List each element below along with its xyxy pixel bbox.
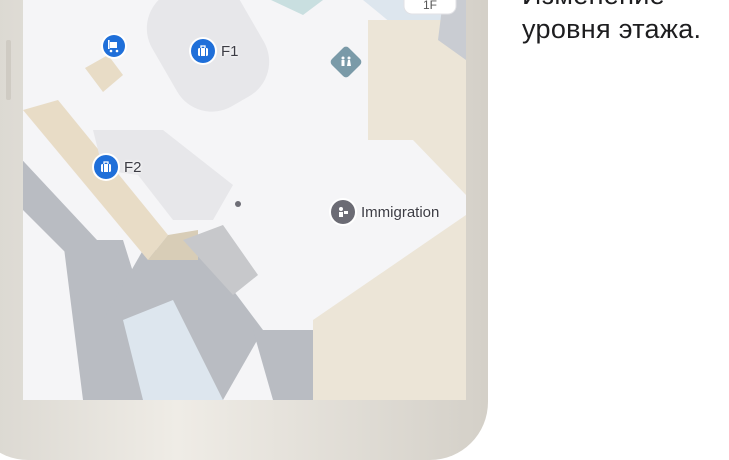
- suitcase-icon: [191, 39, 215, 63]
- baggage-claim-f2-label: F2: [124, 158, 142, 176]
- phone-side-button: [6, 40, 11, 100]
- immigration-officer-icon: [331, 200, 355, 224]
- baggage-cart-icon: [103, 35, 125, 57]
- restroom-poi[interactable]: [329, 45, 363, 79]
- floor-level-label: 1F: [422, 0, 437, 12]
- suitcase-icon: [94, 155, 118, 179]
- caption-line-2: уровня этажа.: [522, 14, 702, 44]
- caption-line-1: Изменение: [522, 0, 665, 11]
- baggage-cart-poi[interactable]: [103, 35, 125, 57]
- floor-level-button[interactable]: 1F: [407, 0, 453, 11]
- restroom-icon: [329, 45, 363, 79]
- maps-screen: 1F F1 F2 Immigration: [23, 0, 466, 400]
- immigration-label: Immigration: [361, 203, 440, 221]
- baggage-claim-f1-label: F1: [221, 42, 239, 60]
- baggage-claim-f2[interactable]: F2: [94, 155, 142, 179]
- baggage-claim-f1[interactable]: F1: [191, 39, 239, 63]
- immigration-poi[interactable]: Immigration: [331, 200, 439, 224]
